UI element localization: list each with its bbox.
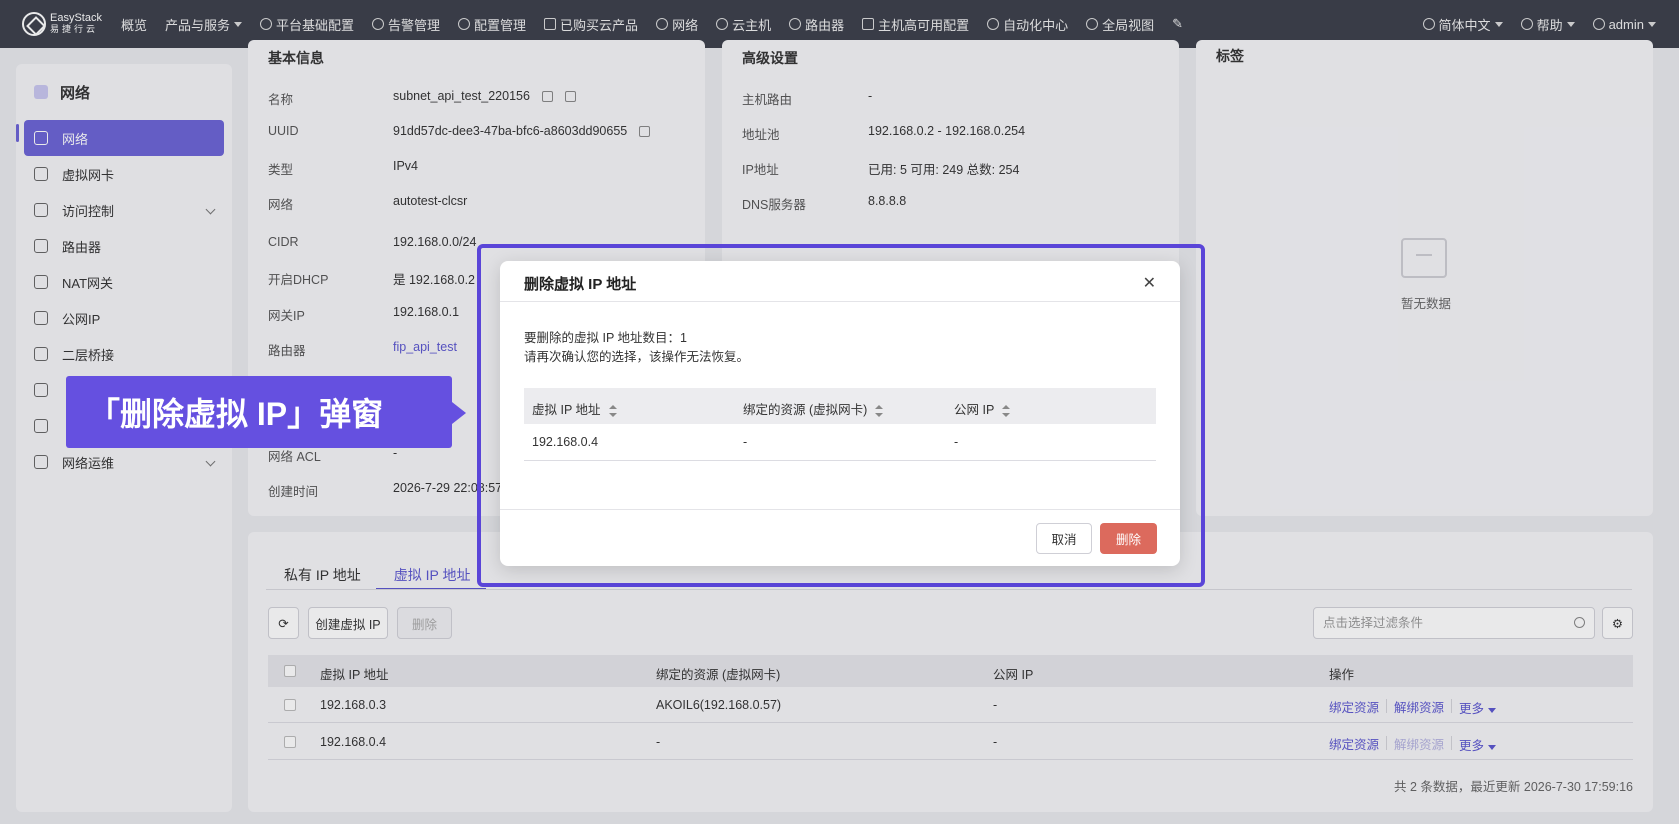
cancel-button[interactable]: 取消 bbox=[1036, 523, 1092, 554]
modal-table-header: 虚拟 IP 地址 绑定的资源 (虚拟网卡) 公网 IP bbox=[524, 388, 1156, 424]
sort-icon bbox=[608, 404, 617, 417]
modal-header-public-ip[interactable]: 公网 IP bbox=[954, 399, 1011, 418]
modal-cell-vip: 192.168.0.4 bbox=[532, 435, 599, 449]
modal-warning-text: 请再次确认您的选择，该操作无法恢复。 bbox=[524, 350, 750, 364]
confirm-delete-button[interactable]: 删除 bbox=[1100, 523, 1157, 554]
delete-vip-modal: 删除虚拟 IP 地址 ✕ 要删除的虚拟 IP 地址数目：1 请再次确认您的选择，… bbox=[500, 261, 1180, 566]
callout-label: 「删除虚拟 IP」弹窗 bbox=[66, 376, 452, 448]
modal-cell-resource: - bbox=[743, 435, 748, 449]
modal-title: 删除虚拟 IP 地址 bbox=[524, 276, 637, 293]
close-icon[interactable]: ✕ bbox=[1143, 273, 1156, 293]
modal-table-row: 192.168.0.4 - - bbox=[524, 424, 1156, 461]
modal-header-vip-label: 虚拟 IP 地址 bbox=[532, 403, 601, 417]
modal-cell-public-ip: - bbox=[954, 435, 959, 449]
modal-header-resource-label: 绑定的资源 (虚拟网卡) bbox=[743, 403, 868, 417]
sort-icon bbox=[875, 404, 884, 417]
modal-header-vip[interactable]: 虚拟 IP 地址 bbox=[532, 399, 617, 418]
modal-divider bbox=[500, 301, 1180, 302]
modal-header-public-ip-label: 公网 IP bbox=[954, 403, 995, 417]
modal-count-text: 要删除的虚拟 IP 地址数目：1 bbox=[524, 331, 687, 345]
modal-footer-divider bbox=[500, 509, 1180, 510]
callout-arrow bbox=[452, 402, 466, 424]
modal-header-resource[interactable]: 绑定的资源 (虚拟网卡) bbox=[743, 399, 884, 418]
sort-icon bbox=[1002, 404, 1011, 417]
